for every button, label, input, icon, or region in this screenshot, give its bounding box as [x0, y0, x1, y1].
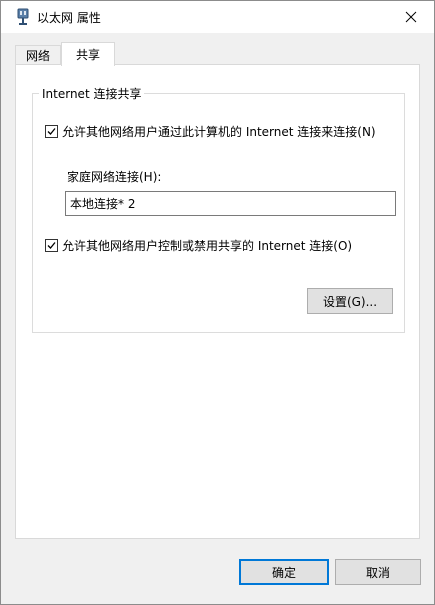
checkmark-icon [47, 242, 56, 249]
group-title: Internet 连接共享 [39, 85, 145, 102]
tab-network[interactable]: 网络 [15, 45, 61, 64]
home-network-field[interactable]: 本地连接* 2 [65, 191, 396, 216]
home-network-label: 家庭网络连接(H): [67, 170, 162, 184]
allow-connect-checkbox[interactable] [45, 125, 58, 138]
allow-control-label: 允许其他网络用户控制或禁用共享的 Internet 连接(O) [62, 239, 353, 253]
sharing-tab-panel: Internet 连接共享 允许其他网络用户通过此计算机的 Internet 连… [15, 64, 420, 539]
allow-connect-row[interactable]: 允许其他网络用户通过此计算机的 Internet 连接来连接(N) [45, 123, 376, 140]
network-adapter-icon [15, 8, 31, 26]
allow-control-checkbox[interactable] [45, 239, 58, 252]
cancel-button-label: 取消 [365, 565, 390, 580]
tab-network-label: 网络 [25, 48, 50, 63]
tab-sharing[interactable]: 共享 [61, 42, 115, 66]
close-button[interactable] [388, 1, 434, 33]
home-network-value: 本地连接* 2 [70, 197, 136, 211]
checkmark-icon [47, 128, 56, 135]
dialog-client-area: 网络 共享 Internet 连接共享 允许其他网络用户通过此计算机的 Inte… [1, 33, 434, 604]
title-bar: 以太网 属性 [1, 1, 434, 33]
cancel-button[interactable]: 取消 [335, 559, 421, 585]
settings-button[interactable]: 设置(G)... [307, 288, 393, 314]
ok-button-label: 确定 [271, 565, 296, 580]
properties-dialog: 以太网 属性 网络 共享 Internet 连接共享 允许其他网络用户通过此计算… [0, 0, 435, 605]
allow-connect-label: 允许其他网络用户通过此计算机的 Internet 连接来连接(N) [62, 125, 376, 139]
ok-button[interactable]: 确定 [239, 559, 329, 585]
tab-sharing-label: 共享 [75, 48, 100, 62]
allow-control-row[interactable]: 允许其他网络用户控制或禁用共享的 Internet 连接(O) [45, 237, 352, 254]
internet-sharing-group: Internet 连接共享 允许其他网络用户通过此计算机的 Internet 连… [32, 85, 405, 333]
window-title: 以太网 属性 [37, 11, 101, 25]
close-icon [405, 11, 417, 23]
settings-button-label: 设置(G)... [322, 294, 378, 309]
